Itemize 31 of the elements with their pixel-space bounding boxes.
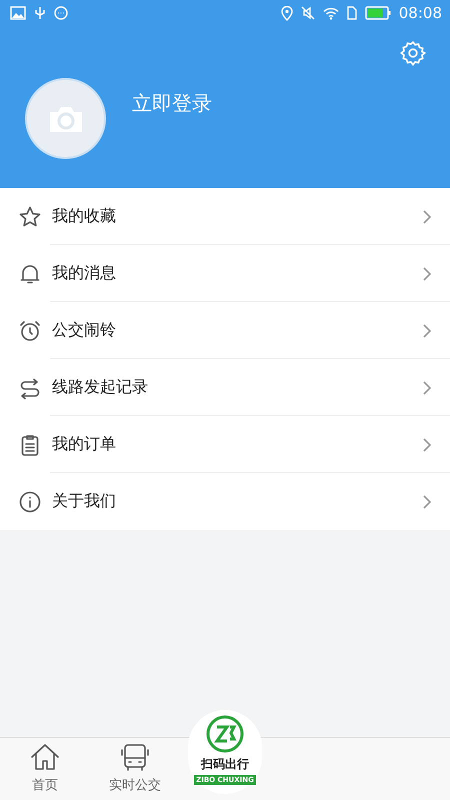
star-icon: [18, 204, 42, 228]
menu-item[interactable]: 我的消息: [0, 245, 450, 302]
menu-item[interactable]: 我的收藏: [0, 188, 450, 245]
chevron-right-icon: [422, 380, 432, 396]
status-time: 08:08: [398, 4, 442, 22]
image-icon: [10, 6, 26, 20]
menu-item[interactable]: 关于我们: [0, 473, 450, 530]
menu-item[interactable]: 公交闹铃: [0, 302, 450, 359]
menu-item[interactable]: 我的订单: [0, 416, 450, 473]
chat-icon: [54, 6, 68, 20]
location-icon: [280, 6, 293, 20]
wifi-icon: [322, 6, 339, 20]
mute-icon: [300, 6, 315, 20]
battery-icon: [364, 6, 391, 20]
chevron-right-icon: [422, 436, 432, 452]
home-icon: [29, 742, 61, 772]
sim-card-icon: [346, 6, 357, 20]
chevron-right-icon: [422, 494, 432, 510]
chevron-right-icon: [422, 208, 432, 224]
usb-icon: [34, 6, 46, 20]
chevron-right-icon: [422, 266, 432, 282]
menu-item[interactable]: 线路发起记录: [0, 359, 450, 416]
nav-tab[interactable]: 实时公交: [90, 738, 180, 800]
nav-tab[interactable]: 首页: [0, 738, 90, 800]
chevron-right-icon: [422, 322, 432, 338]
logo-icon: [205, 714, 245, 754]
bus-icon: [119, 742, 151, 772]
settings-icon[interactable]: [400, 40, 426, 66]
alarm-clock-icon: [18, 318, 42, 342]
info-icon: [18, 490, 42, 514]
swap-arrows-icon: [18, 376, 42, 400]
